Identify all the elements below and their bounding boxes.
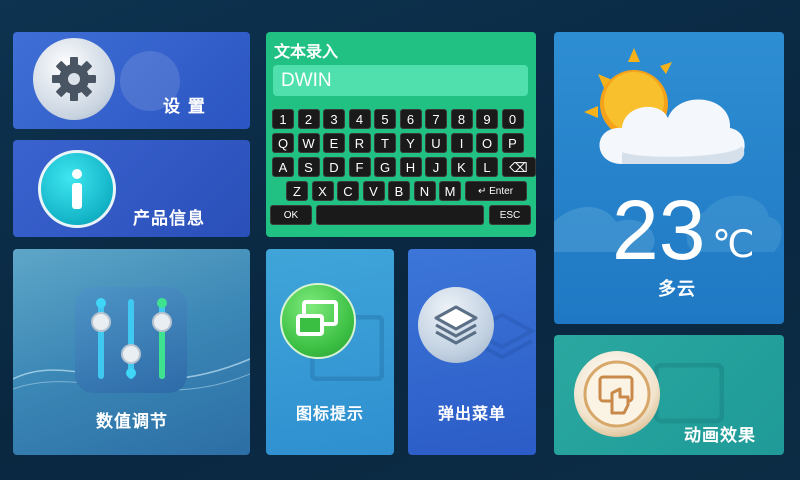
value-adjust-label: 数值调节 — [96, 412, 168, 432]
key-8[interactable]: 8 — [450, 109, 473, 129]
key-3[interactable]: 3 — [323, 109, 345, 129]
temperature-unit: ℃ — [712, 222, 755, 266]
settings-tile[interactable]: 设 置 — [13, 32, 250, 129]
key-g[interactable]: G — [374, 157, 396, 177]
value-adjust-tile[interactable]: 数值调节 — [13, 249, 250, 455]
popup-menu-label: 弹出菜单 — [438, 404, 507, 423]
key-f[interactable]: F — [348, 157, 371, 177]
key-0[interactable]: 0 — [501, 109, 524, 129]
key-5[interactable]: 5 — [374, 109, 396, 129]
key-t[interactable]: T — [374, 133, 396, 153]
product-info-label: 产品信息 — [133, 209, 205, 229]
sliders-icon — [75, 287, 187, 393]
info-icon — [38, 150, 116, 228]
temperature-value: 23 — [612, 183, 706, 277]
key-v[interactable]: V — [362, 181, 385, 201]
animation-tile[interactable]: 动画效果 — [554, 335, 784, 455]
animation-label: 动画效果 — [684, 426, 756, 446]
key-1[interactable]: 1 — [272, 109, 294, 129]
layers-icon — [418, 287, 494, 363]
key-m[interactable]: M — [439, 181, 461, 201]
settings-label: 设 置 — [163, 97, 206, 117]
key-p[interactable]: P — [501, 133, 524, 153]
keyboard-title: 文本录入 — [274, 42, 339, 61]
key-c[interactable]: C — [337, 181, 359, 201]
space-key[interactable] — [316, 205, 484, 225]
key-7[interactable]: 7 — [425, 109, 447, 129]
esc-key[interactable]: ESC — [489, 205, 531, 225]
key-a[interactable]: A — [272, 157, 294, 177]
ok-key[interactable]: OK — [270, 205, 312, 225]
backspace-key[interactable]: ⌫ — [501, 157, 536, 177]
key-l[interactable]: L — [476, 157, 498, 177]
text-input-field[interactable]: DWIN — [273, 65, 528, 96]
key-6[interactable]: 6 — [399, 109, 422, 129]
key-x[interactable]: X — [311, 181, 334, 201]
gear-icon — [33, 38, 115, 120]
key-z[interactable]: Z — [286, 181, 308, 201]
key-r[interactable]: R — [348, 133, 371, 153]
key-d[interactable]: D — [323, 157, 345, 177]
key-i[interactable]: I — [450, 133, 473, 153]
key-w[interactable]: W — [297, 133, 320, 153]
key-u[interactable]: U — [425, 133, 447, 153]
key-y[interactable]: Y — [399, 133, 422, 153]
key-9[interactable]: 9 — [476, 109, 498, 129]
enter-key[interactable]: ↵ Enter — [464, 181, 527, 201]
popup-menu-tile[interactable]: 弹出菜单 — [408, 249, 536, 455]
key-k[interactable]: K — [450, 157, 473, 177]
keyboard-panel: 文本录入 DWIN 1 2 3 4 5 6 7 8 9 0 Q W E R T Y U I O P A S D F G H J K L ⌫… — [266, 32, 536, 237]
key-q[interactable]: Q — [272, 133, 294, 153]
key-o[interactable]: O — [476, 133, 498, 153]
partly-cloudy-icon — [584, 48, 745, 164]
weather-condition: 多云 — [658, 279, 696, 300]
key-b[interactable]: B — [388, 181, 410, 201]
weather-tile[interactable]: 23 ℃ 多云 — [554, 32, 784, 324]
key-2[interactable]: 2 — [297, 109, 320, 129]
key-e[interactable]: E — [323, 133, 345, 153]
key-h[interactable]: H — [399, 157, 422, 177]
touch-icon — [574, 351, 660, 437]
key-n[interactable]: N — [413, 181, 436, 201]
icon-hint-label: 图标提示 — [296, 404, 365, 423]
icon-hint-tile[interactable]: 图标提示 — [266, 249, 394, 455]
key-j[interactable]: J — [425, 157, 447, 177]
product-info-tile[interactable]: 产品信息 — [13, 140, 250, 237]
key-s[interactable]: S — [297, 157, 320, 177]
key-4[interactable]: 4 — [348, 109, 371, 129]
window-icon — [280, 283, 356, 359]
